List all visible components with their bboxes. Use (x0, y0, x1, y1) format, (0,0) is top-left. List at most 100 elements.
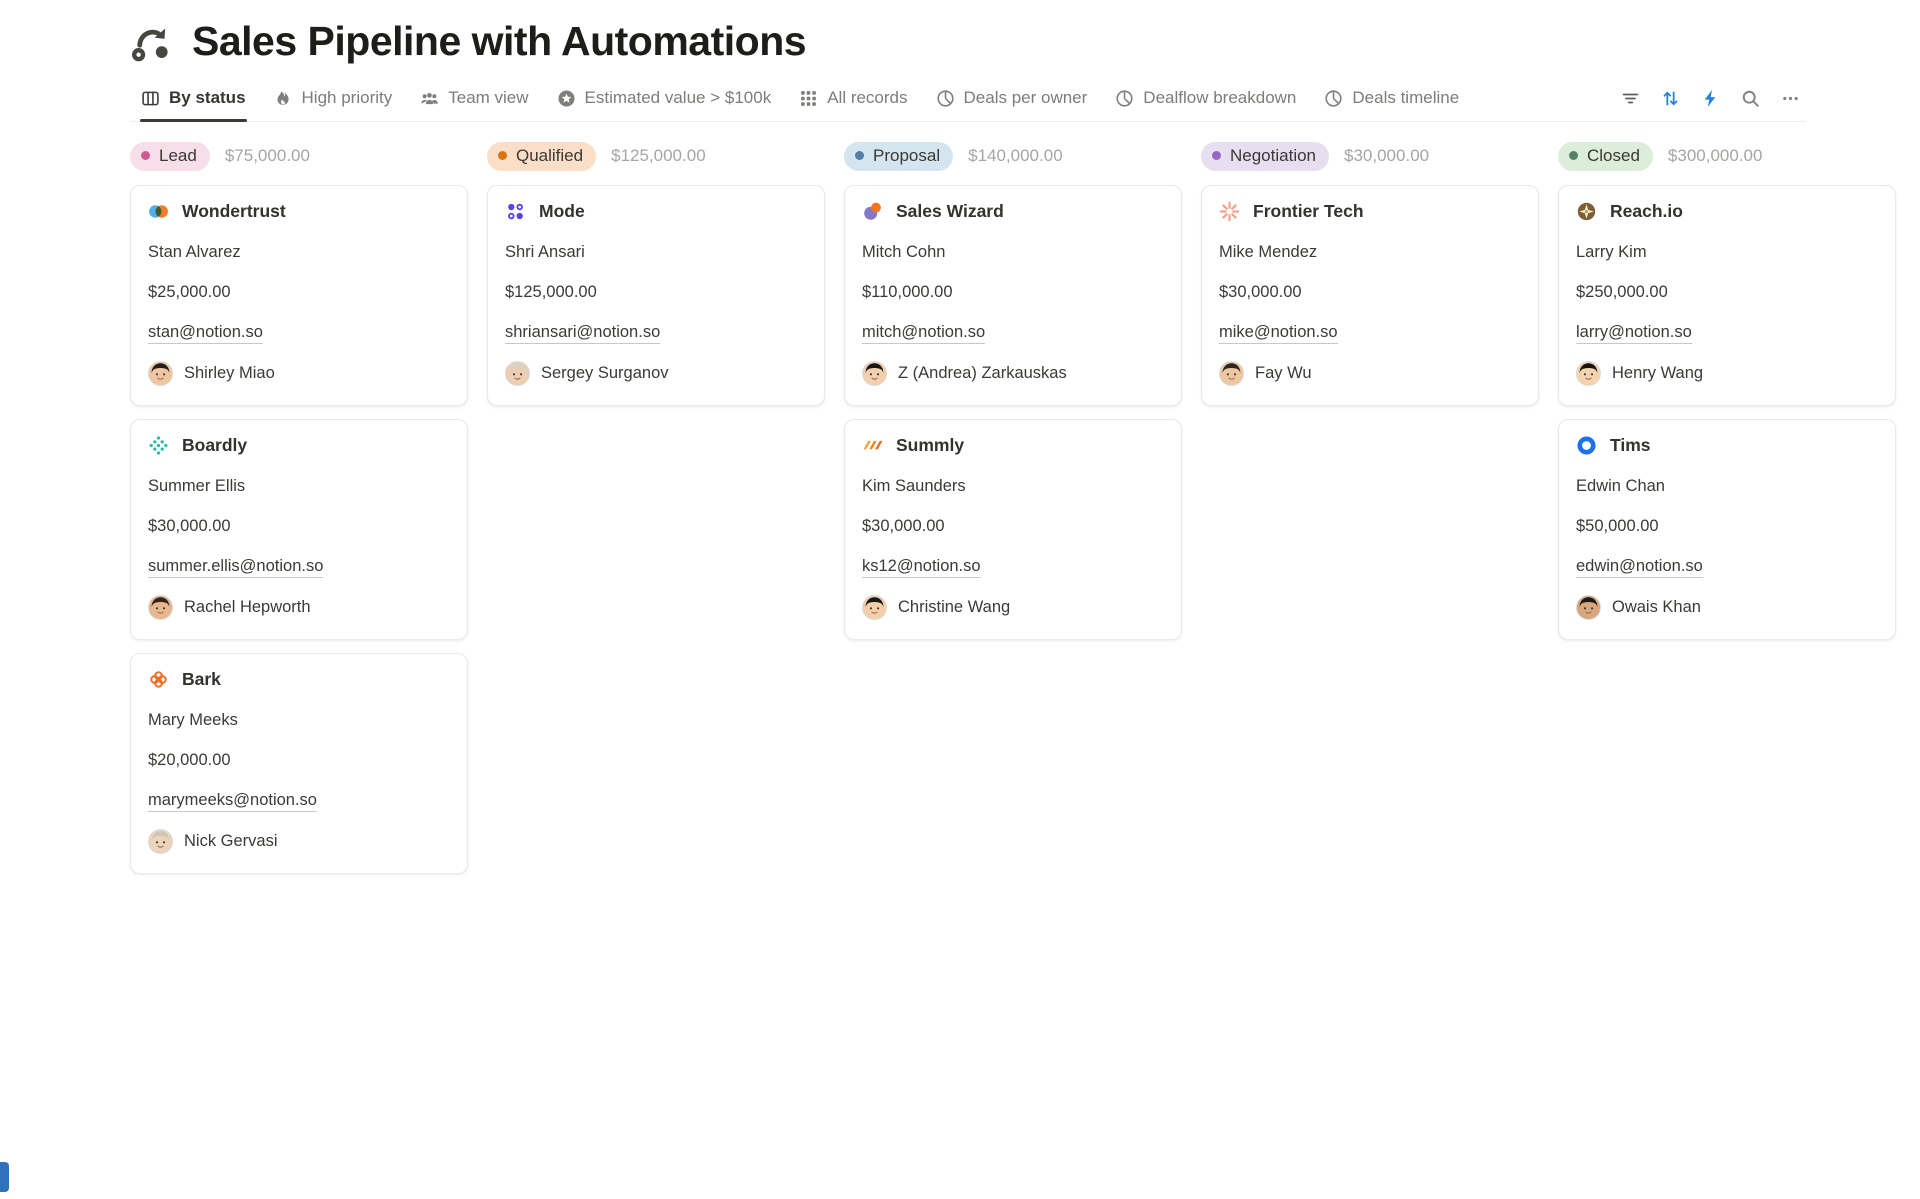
owner-avatar (862, 595, 887, 620)
status-pill-proposal[interactable]: Proposal (844, 142, 953, 171)
grid-icon (799, 89, 818, 108)
owner-row: Fay Wu (1219, 361, 1521, 386)
tab-high-priority[interactable]: High priority (263, 79, 404, 121)
column-header: Lead$75,000.00 (130, 141, 468, 171)
bottom-left-accent (0, 1162, 9, 1192)
kanban-board: Lead$75,000.00WondertrustStan Alvarez$25… (130, 141, 1920, 887)
tab-dealflow-breakdown[interactable]: Dealflow breakdown (1104, 79, 1307, 121)
card-mode[interactable]: ModeShri Ansari$125,000.00shriansari@not… (487, 185, 825, 406)
frontier-tech-logo-icon (1219, 201, 1240, 222)
email-link[interactable]: ks12@notion.so (862, 557, 981, 578)
tab-label: Estimated value > $100k (585, 88, 772, 108)
email-row: summer.ellis@notion.so (148, 557, 450, 576)
email-link[interactable]: larry@notion.so (1576, 323, 1692, 344)
tab-deals-timeline[interactable]: Deals timeline (1313, 79, 1470, 121)
owner-name: Christine Wang (898, 598, 1010, 617)
deal-amount: $30,000.00 (148, 517, 450, 536)
company-name: Tims (1610, 435, 1651, 456)
wondertrust-logo-icon (148, 201, 169, 222)
page-header: Sales Pipeline with Automations (130, 18, 1920, 65)
email-link[interactable]: summer.ellis@notion.so (148, 557, 323, 578)
filter-button[interactable] (1614, 83, 1646, 113)
automations-button[interactable] (1694, 83, 1726, 113)
owner-row: Christine Wang (862, 595, 1164, 620)
status-label: Negotiation (1230, 146, 1316, 166)
status-dot (141, 151, 150, 160)
email-link[interactable]: shriansari@notion.so (505, 323, 660, 344)
more-icon (1781, 89, 1800, 108)
status-pill-closed[interactable]: Closed (1558, 142, 1653, 171)
email-row: mike@notion.so (1219, 323, 1521, 342)
email-row: marymeeks@notion.so (148, 791, 450, 810)
tab-label: Dealflow breakdown (1143, 88, 1296, 108)
deal-amount: $250,000.00 (1576, 283, 1878, 302)
status-label: Closed (1587, 146, 1640, 166)
card-title-row: Boardly (148, 435, 450, 456)
tab-by-status[interactable]: By status (130, 79, 257, 121)
deal-amount: $25,000.00 (148, 283, 450, 302)
tab-label: All records (827, 88, 907, 108)
card-frontier-tech[interactable]: Frontier TechMike Mendez$30,000.00mike@n… (1201, 185, 1539, 406)
page-title: Sales Pipeline with Automations (192, 18, 806, 65)
tab-all-records[interactable]: All records (788, 79, 918, 121)
bark-logo-icon (148, 669, 169, 690)
owner-name: Z (Andrea) Zarkauskas (898, 364, 1067, 383)
card-title-row: Mode (505, 201, 807, 222)
email-row: mitch@notion.so (862, 323, 1164, 342)
card-title-row: Summly (862, 435, 1164, 456)
status-pill-negotiation[interactable]: Negotiation (1201, 142, 1329, 171)
company-name: Summly (896, 435, 964, 456)
card-reach-io[interactable]: Reach.ioLarry Kim$250,000.00larry@notion… (1558, 185, 1896, 406)
owner-avatar (148, 361, 173, 386)
email-link[interactable]: stan@notion.so (148, 323, 263, 344)
email-row: shriansari@notion.so (505, 323, 807, 342)
email-link[interactable]: mitch@notion.so (862, 323, 985, 344)
owner-row: Henry Wang (1576, 361, 1878, 386)
more-button[interactable] (1774, 83, 1806, 113)
contact-name: Mitch Cohn (862, 243, 1164, 262)
email-link[interactable]: edwin@notion.so (1576, 557, 1703, 578)
card-tims[interactable]: TimsEdwin Chan$50,000.00edwin@notion.soO… (1558, 419, 1896, 640)
card-bark[interactable]: BarkMary Meeks$20,000.00marymeeks@notion… (130, 653, 468, 874)
tab-label: Deals timeline (1352, 88, 1459, 108)
column-header: Qualified$125,000.00 (487, 141, 825, 171)
sort-button[interactable] (1654, 83, 1686, 113)
tab-deals-per-owner[interactable]: Deals per owner (925, 79, 1099, 121)
view-toolbar (1614, 83, 1806, 121)
owner-row: Owais Khan (1576, 595, 1878, 620)
email-link[interactable]: mike@notion.so (1219, 323, 1338, 344)
column-header: Closed$300,000.00 (1558, 141, 1896, 171)
board-icon (141, 89, 160, 108)
deal-amount: $110,000.00 (862, 283, 1164, 302)
email-link[interactable]: marymeeks@notion.so (148, 791, 317, 812)
boardly-logo-icon (148, 435, 169, 456)
search-button[interactable] (1734, 83, 1766, 113)
contact-name: Stan Alvarez (148, 243, 450, 262)
email-row: larry@notion.so (1576, 323, 1878, 342)
tims-logo-icon (1576, 435, 1597, 456)
contact-name: Summer Ellis (148, 477, 450, 496)
card-boardly[interactable]: Boardly Summer Ellis $30,000.00 summer.elli… (130, 419, 468, 640)
card-title-row: Sales Wizard (862, 201, 1164, 222)
tab-estimated-value-100k[interactable]: Estimated value > $100k (546, 79, 783, 121)
tab-team-view[interactable]: Team view (409, 79, 539, 121)
summly-logo-icon (862, 435, 883, 456)
owner-row: Sergey Surganov (505, 361, 807, 386)
owner-name: Rachel Hepworth (184, 598, 311, 617)
status-pill-lead[interactable]: Lead (130, 142, 210, 171)
deal-amount: $30,000.00 (862, 517, 1164, 536)
card-wondertrust[interactable]: WondertrustStan Alvarez$25,000.00stan@no… (130, 185, 468, 406)
owner-row: Nick Gervasi (148, 829, 450, 854)
status-dot (855, 151, 864, 160)
card-sales-wizard[interactable]: Sales Wizard Mitch Cohn $110,000.00 mitch@n… (844, 185, 1182, 406)
status-pill-qualified[interactable]: Qualified (487, 142, 596, 171)
owner-avatar (1219, 361, 1244, 386)
pie-icon (1115, 89, 1134, 108)
card-summly[interactable]: SummlyKim Saunders$30,000.00ks12@notion.… (844, 419, 1182, 640)
owner-name: Henry Wang (1612, 364, 1703, 383)
status-label: Proposal (873, 146, 940, 166)
owner-row: Rachel Hepworth (148, 595, 450, 620)
owner-name: Nick Gervasi (184, 832, 278, 851)
email-row: stan@notion.so (148, 323, 450, 342)
view-tabs: By statusHigh priorityTeam view Estimated… (130, 79, 1470, 121)
